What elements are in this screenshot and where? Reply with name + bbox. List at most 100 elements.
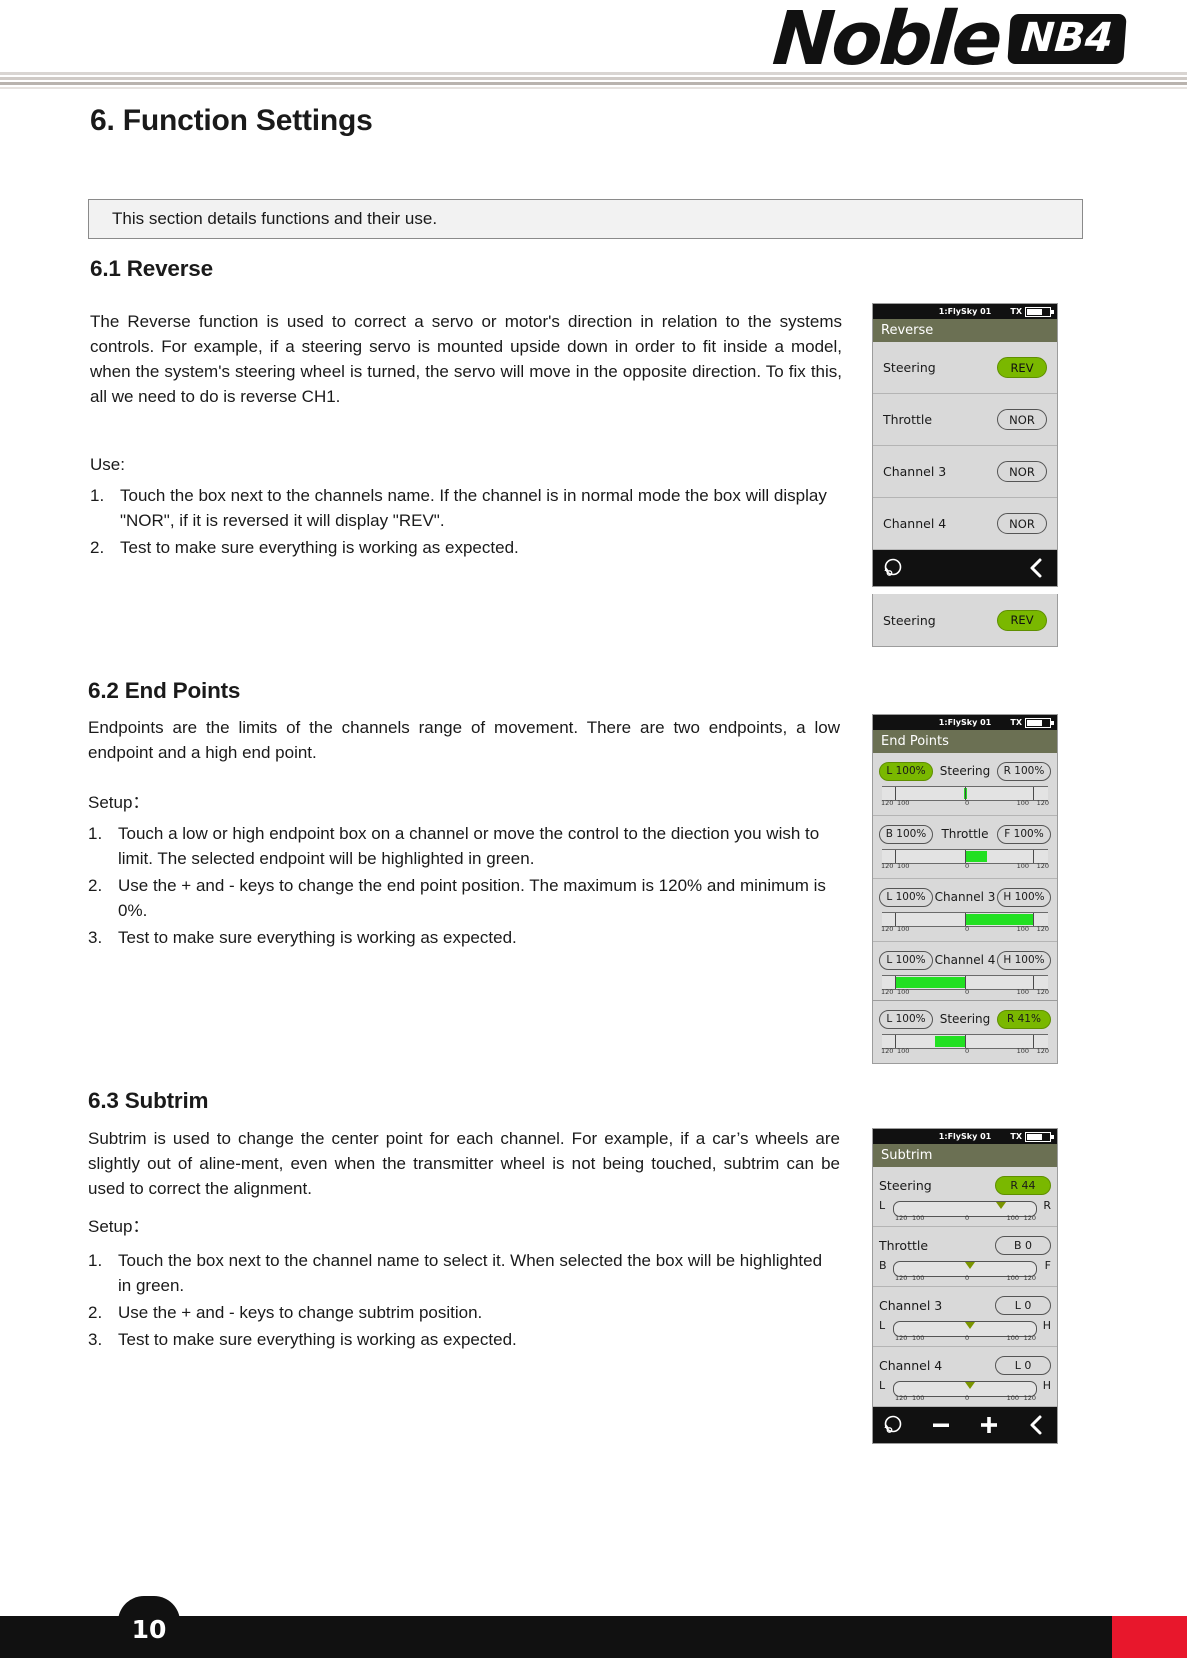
undo-icon[interactable] — [882, 557, 904, 579]
screenshot-reverse-detail: Steering REV — [872, 594, 1058, 647]
endpoints-row-throttle[interactable]: B 100% Throttle F 100% 120 100 0 100 120 — [873, 816, 1057, 879]
endpoints-row-channel3[interactable]: L 100% Channel 3 H 100% 120 100 0 100 12… — [873, 879, 1057, 942]
status-model-name: 1:FlySky 01 — [938, 1132, 992, 1141]
scale-label: 100 — [897, 1047, 910, 1055]
subtrim-row-throttle[interactable]: Throttle B 0 B F 120 100 0 100 120 — [873, 1227, 1057, 1287]
scale-label: 120 — [1036, 799, 1049, 807]
channel-label: Channel 3 — [934, 890, 996, 904]
scale-label: 100 — [912, 1214, 925, 1222]
channel-label: Steering — [939, 764, 991, 778]
step-number: 3. — [88, 1330, 103, 1349]
step-text: Test to make sure everything is working … — [118, 1330, 517, 1349]
step-item: 3. Test to make sure everything is workin… — [88, 925, 830, 950]
scale-label: 100 — [897, 925, 910, 933]
reverse-row-channel4[interactable]: Channel 4 NOR — [873, 498, 1057, 550]
battery-icon — [1025, 1131, 1054, 1142]
scale-letter-left: L — [879, 1319, 886, 1332]
scale-label: 120 — [1036, 925, 1049, 933]
subtrim-row-channel4[interactable]: Channel 4 L 0 L H 120 100 0 100 120 — [873, 1347, 1057, 1407]
page-title: 6. Function Settings — [90, 104, 373, 137]
endpoint-high-button[interactable]: R 100% — [996, 761, 1051, 781]
endpoints-row-steering[interactable]: L 100% Steering R 100% 120 100 0 100 120 — [873, 753, 1057, 816]
status-tx: TX — [1010, 1131, 1054, 1142]
scale-label: 0 — [965, 1334, 970, 1342]
endpoint-bar — [965, 851, 987, 862]
reverse-row-throttle[interactable]: Throttle NOR — [873, 394, 1057, 446]
endpoint-low-button[interactable]: L 100% — [879, 950, 933, 970]
scale-label: 120 — [881, 799, 894, 807]
channel-label: Channel 4 — [883, 516, 947, 531]
section-body-endpoints: Endpoints are the limits of the channels… — [88, 718, 840, 762]
plus-icon[interactable] — [978, 1414, 1000, 1436]
undo-icon[interactable] — [882, 1414, 904, 1436]
subtrim-value-button[interactable]: L 0 — [995, 1355, 1051, 1375]
subtrim-row-channel3[interactable]: Channel 3 L 0 L H 120 100 0 100 120 — [873, 1287, 1057, 1347]
step-text: Use the + and - keys to change subtrim p… — [118, 1303, 483, 1322]
channel-label: Steering — [939, 1012, 991, 1026]
subtrim-scale: L H 120 100 0 100 120 — [879, 1379, 1051, 1403]
scale-letter-left: L — [879, 1199, 886, 1212]
reverse-row-steering[interactable]: Steering REV — [873, 342, 1057, 394]
scale-letter-left: L — [879, 1379, 886, 1392]
endpoint-low-button[interactable]: L 100% — [879, 761, 933, 781]
reverse-row-channel3[interactable]: Channel 3 NOR — [873, 446, 1057, 498]
step-item: 3. Test to make sure everything is workin… — [88, 1327, 830, 1352]
scale-label: 100 — [1016, 862, 1029, 870]
screen-title: Reverse — [873, 319, 1057, 342]
section-heading-reverse: 6.1 Reverse — [90, 256, 213, 281]
reverse-value-button[interactable]: NOR — [997, 409, 1047, 430]
scale-label: 120 — [1036, 988, 1049, 996]
endpoint-scale: 120 100 0 100 120 — [879, 1034, 1051, 1060]
reverse-detail-row[interactable]: Steering REV — [873, 594, 1057, 646]
page-content: 6. Function Settings This section detail… — [0, 0, 1187, 1658]
reverse-value-button[interactable]: REV — [997, 609, 1047, 631]
channel-label: Channel 4 — [934, 953, 996, 967]
scale-label: 100 — [1016, 988, 1029, 996]
scale-label: 120 — [1023, 1334, 1036, 1342]
subtrim-value-button[interactable]: L 0 — [995, 1295, 1051, 1315]
scale-label: 120 — [881, 862, 894, 870]
subtrim-scale: B F 120 100 0 100 120 — [879, 1259, 1051, 1283]
channel-label: Channel 4 — [879, 1357, 943, 1373]
endpoint-low-button[interactable]: L 100% — [879, 1009, 933, 1029]
step-number: 2. — [88, 876, 103, 895]
status-bar: 1:FlySky 01 TX — [873, 1129, 1057, 1144]
subtrim-marker — [995, 1202, 1006, 1209]
subtrim-value-button[interactable]: R 44 — [995, 1175, 1051, 1195]
endpoint-high-button[interactable]: H 100% — [997, 950, 1051, 970]
chevron-left-icon[interactable] — [1026, 1414, 1048, 1436]
step-number: 1. — [88, 824, 103, 843]
subtrim-row-steering[interactable]: Steering R 44 L R 120 100 0 100 120 — [873, 1167, 1057, 1227]
channel-label: Throttle — [879, 1237, 929, 1253]
endpoint-high-button[interactable]: R 41% — [996, 1009, 1051, 1029]
scale-label: 100 — [912, 1274, 925, 1282]
endpoints-detail-row[interactable]: L 100% Steering R 41% 120 100 0 100 120 — [873, 1001, 1057, 1063]
endpoint-high-button[interactable]: H 100% — [997, 887, 1051, 907]
endpoint-low-button[interactable]: L 100% — [879, 887, 933, 907]
reverse-value-button[interactable]: REV — [997, 357, 1047, 378]
battery-icon — [1025, 306, 1054, 317]
setup-label-endpoints: Setup： — [88, 793, 150, 812]
reverse-value-button[interactable]: NOR — [997, 461, 1047, 482]
subtrim-scale: L R 120 100 0 100 120 — [879, 1199, 1051, 1223]
scale-label: 100 — [1006, 1214, 1019, 1222]
scale-label: 100 — [897, 988, 910, 996]
scale-label: 120 — [895, 1274, 908, 1282]
scale-label: 120 — [895, 1394, 908, 1402]
subtrim-value-button[interactable]: B 0 — [995, 1235, 1051, 1255]
page-number: 10 — [131, 1615, 167, 1644]
scale-label: 0 — [965, 1274, 970, 1282]
reverse-value-button[interactable]: NOR — [997, 513, 1047, 534]
scale-label: 120 — [895, 1214, 908, 1222]
status-bar: 1:FlySky 01 TX — [873, 715, 1057, 730]
endpoint-high-button[interactable]: F 100% — [996, 824, 1051, 844]
info-note-text: This section details functions and their… — [112, 209, 438, 228]
endpoints-row-channel4[interactable]: L 100% Channel 4 H 100% 120 100 0 100 12… — [873, 942, 1057, 1005]
endpoint-bar — [935, 1036, 965, 1047]
step-item: 2. Use the + and - keys to change subtrim… — [88, 1300, 830, 1325]
step-number: 1. — [88, 1251, 103, 1270]
endpoint-low-button[interactable]: B 100% — [879, 824, 933, 844]
screen-title: End Points — [873, 730, 1057, 753]
minus-icon[interactable] — [930, 1414, 952, 1436]
chevron-left-icon[interactable] — [1026, 557, 1048, 579]
